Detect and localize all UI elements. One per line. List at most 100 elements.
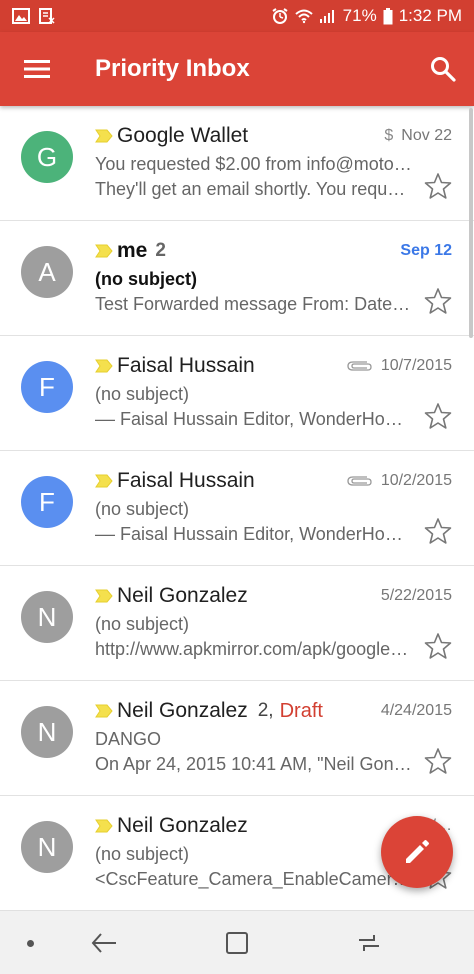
draft-label: Draft [279, 699, 323, 722]
search-button[interactable] [412, 32, 474, 106]
sender-name: Faisal Hussain [117, 469, 255, 492]
email-snippet: They'll get an email shortly. You reques… [95, 179, 414, 199]
clipboard-icon [39, 8, 55, 24]
list-item[interactable]: G Google Wallet $ Nov 22 You requested $2… [0, 106, 474, 221]
avatar[interactable]: N [21, 706, 73, 758]
email-snippet: –– Faisal Hussain Editor, WonderHowT… [95, 409, 414, 429]
star-icon[interactable] [424, 287, 452, 315]
email-meta: 5/22/2015 [381, 587, 452, 605]
list-item[interactable]: F Faisal Hussain 10/2/2015 (no subject) … [0, 451, 474, 566]
avatar[interactable]: G [21, 131, 73, 183]
thread-count: 2 [155, 240, 166, 261]
thread-count: 2, [257, 700, 274, 721]
email-header-line: Faisal Hussain 10/7/2015 [95, 352, 452, 380]
alarm-icon [272, 8, 288, 24]
back-icon [91, 933, 116, 953]
navigation-bar [0, 910, 474, 974]
mail-list: G Google Wallet $ Nov 22 You requested $2… [0, 106, 474, 910]
sender-name: me [117, 239, 148, 262]
star-icon[interactable] [424, 747, 452, 775]
attachment-icon [347, 361, 372, 371]
email-meta: Sep 12 [400, 242, 452, 260]
list-item[interactable]: A me 2 Sep 12 (no subject) Test Forwarde… [0, 221, 474, 336]
app-bar: Priority Inbox [0, 32, 474, 106]
email-date: 10/7/2015 [380, 357, 452, 374]
email-subject: (no subject) [95, 269, 197, 289]
email-snippet: On Apr 24, 2015 10:41 AM, "Neil Gonzal… [95, 754, 414, 774]
email-date: 4/24/2015 [380, 702, 452, 719]
email-snippet: http://www.apkmirror.com/apk/google… [95, 639, 409, 659]
list-item[interactable]: N Neil Gonzalez 5/22/2015 (no subject) h… [0, 566, 474, 681]
avatar[interactable]: F [21, 361, 73, 413]
importance-marker-icon[interactable] [95, 474, 113, 488]
star-icon[interactable] [424, 517, 452, 545]
importance-marker-icon[interactable] [95, 359, 113, 373]
email-subject: DANGO [95, 729, 162, 749]
email-meta: 10/2/2015 [347, 472, 452, 490]
status-left [12, 8, 56, 24]
image-icon [12, 8, 30, 24]
avatar[interactable]: F [21, 476, 73, 528]
sender-name: Neil Gonzalez [117, 584, 248, 607]
dollar-sign: $ [384, 127, 394, 144]
clock-time: 1:32 PM [398, 6, 462, 25]
search-icon [431, 57, 456, 82]
menu-button[interactable] [0, 32, 74, 106]
star-icon[interactable] [424, 172, 452, 200]
list-item[interactable]: F Faisal Hussain 10/7/2015 (no subject) … [0, 336, 474, 451]
sender-name: Faisal Hussain [117, 354, 255, 377]
scrollbar[interactable] [469, 108, 473, 338]
nav-dot-icon[interactable] [27, 940, 34, 947]
list-item[interactable]: N Neil Gonzalez 2, Draft 4/24/2015 DANGO … [0, 681, 474, 796]
battery-percent: 71% [342, 6, 377, 25]
email-subject: (no subject) [95, 384, 190, 404]
email-subject: (no subject) [95, 844, 190, 864]
email-date: Sep 12 [400, 242, 452, 259]
compose-button[interactable] [381, 816, 453, 888]
email-snippet: –– Faisal Hussain Editor, WonderHowT… [95, 524, 414, 544]
page-title: Priority Inbox [95, 55, 250, 82]
email-date: 5/22/2015 [380, 587, 452, 604]
importance-marker-icon[interactable] [95, 819, 113, 833]
recents-button[interactable] [351, 927, 387, 959]
wifi-icon [294, 9, 313, 24]
email-header-line: me 2 Sep 12 [95, 237, 452, 265]
signal-icon [319, 10, 334, 23]
avatar[interactable]: A [21, 246, 73, 298]
importance-marker-icon[interactable] [95, 589, 113, 603]
recents-icon [359, 935, 379, 951]
email-subject: (no subject) [95, 499, 190, 519]
back-button[interactable] [86, 927, 122, 959]
importance-marker-icon[interactable] [95, 244, 113, 258]
email-subject: You requested $2.00 from info@moto… [95, 154, 412, 174]
status-right: 71% 1:32 PM [271, 6, 462, 26]
attachment-icon [347, 476, 372, 486]
status-bar: 71% 1:32 PM [0, 0, 474, 32]
avatar[interactable]: N [21, 591, 73, 643]
importance-marker-icon[interactable] [95, 129, 113, 143]
sender-name: Neil Gonzalez [117, 699, 248, 722]
email-date: Nov 22 [401, 127, 452, 144]
email-date: 10/2/2015 [380, 472, 452, 489]
email-meta: $ Nov 22 [384, 127, 452, 145]
home-button[interactable] [219, 927, 255, 959]
sender-name: Neil Gonzalez [117, 814, 248, 837]
email-header-line: Neil Gonzalez 5/22/2015 [95, 582, 452, 610]
email-meta: 10/7/2015 [347, 357, 452, 375]
battery-icon [383, 7, 393, 24]
pencil-compose-icon [406, 840, 429, 863]
email-snippet: <CscFeature_Camera_EnableCamera… [95, 869, 414, 889]
importance-marker-icon[interactable] [95, 704, 113, 718]
email-header-line: Neil Gonzalez 2, Draft 4/24/2015 [95, 697, 452, 725]
email-snippet: Test Forwarded message From: Date… [95, 294, 411, 314]
email-subject: (no subject) [95, 614, 190, 634]
email-meta: 4/24/2015 [381, 702, 452, 720]
sender-name: Google Wallet [117, 124, 249, 147]
star-icon[interactable] [424, 402, 452, 430]
hamburger-menu-icon [24, 60, 50, 78]
avatar[interactable]: N [21, 821, 73, 873]
home-icon [226, 932, 248, 954]
email-header-line: Faisal Hussain 10/2/2015 [95, 467, 452, 495]
star-icon[interactable] [424, 632, 452, 660]
email-header-line: Google Wallet $ Nov 22 [95, 122, 452, 150]
